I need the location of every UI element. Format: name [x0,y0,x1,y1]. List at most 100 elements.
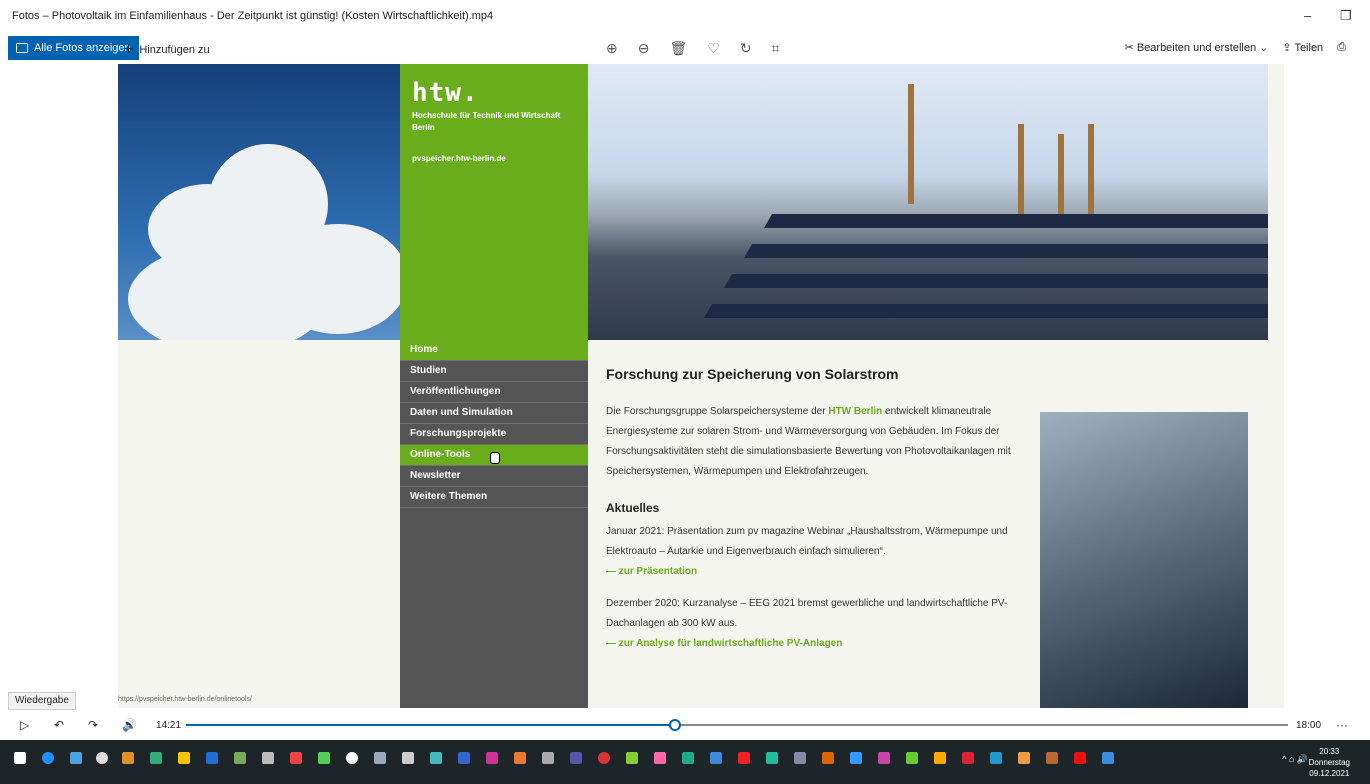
plus-icon: + [124,41,134,58]
add-to-button[interactable]: + Hinzufügen zu [124,41,210,59]
mouse-cursor-icon [490,452,500,464]
pdf-icon[interactable] [738,752,750,764]
video-frame[interactable]: htw. Hochschule für Technik und Wirtscha… [0,64,1370,708]
app-icon[interactable] [962,752,974,764]
settings-icon[interactable] [96,752,108,764]
zoom-out-icon[interactable]: ⊖ [638,40,650,57]
chevron-down-icon: ⌄ [1259,42,1269,54]
tray-icons[interactable]: ^ ⌂ 🔊 [1282,754,1308,765]
app-icon[interactable] [794,752,806,764]
app-icon[interactable] [430,752,442,764]
edit-create-label: Bearbeiten und erstellen [1136,42,1257,54]
cloud-image [118,64,400,340]
photos-app-icon[interactable] [1102,752,1114,764]
all-photos-label: Alle Fotos anzeigen [34,42,131,54]
app-icon[interactable] [206,752,218,764]
nav-newsletter: Newsletter [400,466,588,487]
app-icon[interactable] [850,752,862,764]
app-icon[interactable] [682,752,694,764]
duration: 18:00 [1296,720,1322,731]
app-icon[interactable] [402,752,414,764]
app-icon[interactable] [710,752,722,764]
news-link-2: — zur Analyse für landwirtschaftliche PV… [606,638,843,649]
htw-header: htw. Hochschule für Technik und Wirtscha… [400,64,588,340]
nav-weitere-themen: Weitere Themen [400,487,588,508]
building-photo [1040,412,1248,708]
windows-start-icon[interactable] [14,752,26,764]
app-icon[interactable] [1018,752,1030,764]
app-icon[interactable] [374,752,386,764]
app-icon[interactable] [150,752,162,764]
favorite-icon[interactable]: ♡ [707,40,720,57]
view-tools: ⊕ ⊖ 🗑 ♡ ↻ ⌗ [606,40,779,57]
app-icon[interactable] [290,752,302,764]
page-content: Forschung zur Speicherung von Solarstrom… [606,364,1026,654]
app-icon[interactable] [934,752,946,764]
content-heading: Forschung zur Speicherung von Solarstrom [606,366,899,382]
clock-time: 20:33 [1319,747,1340,756]
rotate-icon[interactable]: ↻ [740,40,752,57]
more-options-button[interactable]: ··· [1336,718,1348,732]
volume-icon[interactable]: 🔊 [122,718,137,732]
current-time: 14:21 [156,720,182,731]
windows-taskbar: ^ ⌂ 🔊 20:33 Donnerstag 09.12.2021 [0,740,1370,784]
app-icon[interactable] [654,752,666,764]
app-icon[interactable] [598,752,610,764]
app-icon[interactable] [122,752,134,764]
news-item-2: Dezember 2020: Kurzanalyse – EEG 2021 br… [606,598,1008,629]
all-photos-button[interactable]: Alle Fotos anzeigen [8,36,139,60]
app-icon[interactable] [822,752,834,764]
minimize-button[interactable]: – [1304,8,1311,23]
news-link-1: — zur Präsentation [606,566,698,577]
app-icon[interactable] [234,752,246,764]
intro-text: Die Forschungsgruppe Solarspeichersystem… [606,406,1011,477]
right-tools: ✂ Bearbeiten und erstellen ⌄ ⇪ Teilen ⎙ [1125,41,1346,54]
restore-button[interactable]: ❐ [1340,8,1352,24]
app-icon[interactable] [906,752,918,764]
app-icon[interactable] [486,752,498,764]
delete-icon[interactable]: 🗑 [669,40,687,57]
crop-icon[interactable]: ⌗ [772,40,780,57]
app-icon[interactable] [766,752,778,764]
app-icon[interactable] [262,752,274,764]
app-icon[interactable] [570,752,582,764]
rewind-10-icon[interactable]: ↶ [54,718,64,732]
app-icon[interactable] [1046,752,1058,764]
mail-icon[interactable] [70,752,82,764]
window-title: Fotos – Photovoltaik im Einfamilienhaus … [12,10,494,22]
app-icon[interactable] [458,752,470,764]
news-item-1: Januar 2021: Präsentation zum pv magazin… [606,526,1008,557]
app-icon[interactable] [318,752,330,764]
nav-forschungsprojekte: Forschungsprojekte [400,424,588,445]
site-url: pvspeicher.htw-berlin.de [412,154,506,163]
share-button[interactable]: ⇪ Teilen [1282,41,1323,54]
player-controls: ▷ ↶ ↷ 🔊 14:21 18:00 ··· [0,710,1370,740]
print-icon[interactable]: ⎙ [1337,41,1346,54]
clock[interactable]: 20:33 Donnerstag 09.12.2021 [1309,746,1350,779]
news-heading: Aktuelles [606,501,660,515]
seek-thumb[interactable] [669,719,682,731]
add-to-label: Hinzufügen zu [139,44,210,56]
seek-bar[interactable] [186,719,1288,731]
app-icon[interactable] [626,752,638,764]
photos-icon [16,43,28,53]
app-icon[interactable] [346,752,358,764]
rooftop-solar-photo [588,64,1268,340]
edit-create-button[interactable]: ✂ Bearbeiten und erstellen ⌄ [1125,41,1269,54]
app-icon[interactable] [1074,752,1086,764]
play-button[interactable]: ▷ [20,718,29,732]
app-icon[interactable] [542,752,554,764]
edge-icon[interactable] [42,752,54,764]
nav-veroeffentlichungen: Veröffentlichungen [400,382,588,403]
play-tooltip: Wiedergabe [8,692,76,710]
nav-home: Home [400,340,588,361]
site-nav: Home Studien Veröffentlichungen Daten un… [400,340,588,708]
status-url: https://pvspeicher.htw-berlin.de/onlinet… [118,696,252,703]
zoom-in-icon[interactable]: ⊕ [606,40,618,57]
app-icon[interactable] [878,752,890,764]
share-label: Teilen [1294,42,1324,54]
app-icon[interactable] [178,752,190,764]
app-icon[interactable] [514,752,526,764]
forward-30-icon[interactable]: ↷ [88,718,98,732]
app-icon[interactable] [990,752,1002,764]
